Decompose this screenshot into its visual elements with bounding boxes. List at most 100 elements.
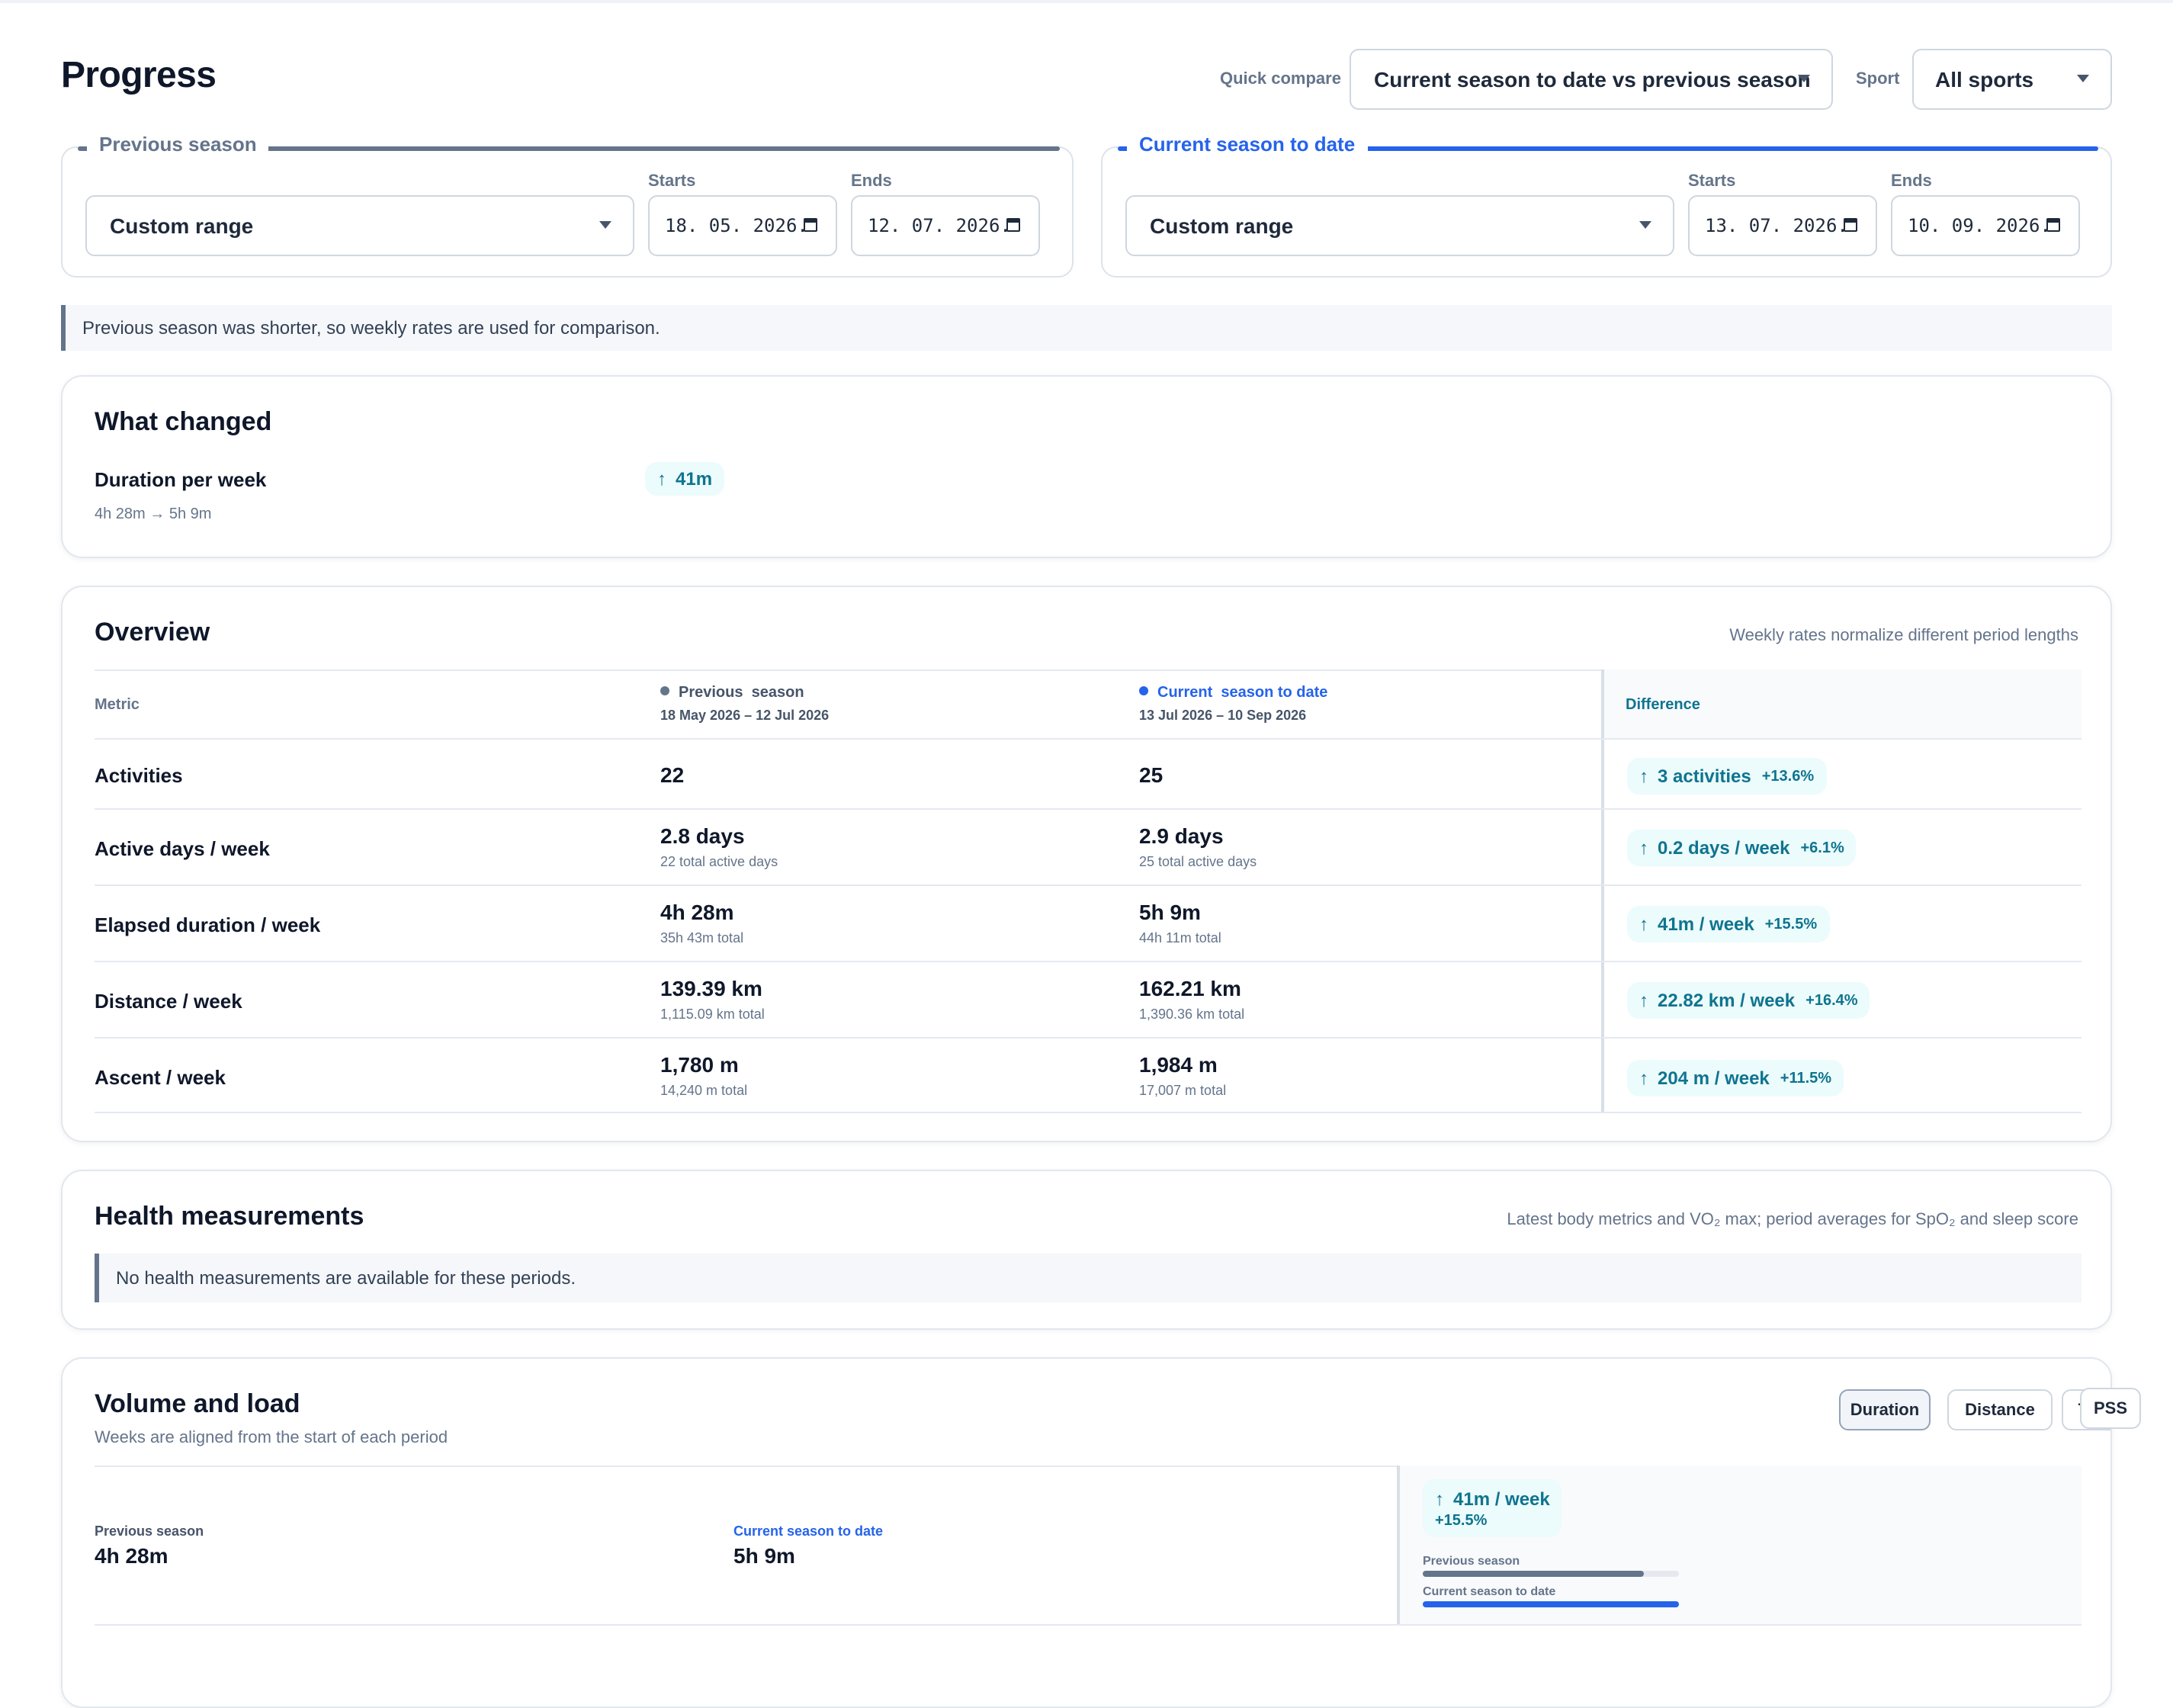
- health-empty-state: No health measurements are available for…: [95, 1254, 2082, 1302]
- previous-starts-date-input[interactable]: 18. 05. 2026.: [648, 195, 837, 256]
- overview-title: Overview: [95, 618, 210, 647]
- volume-load-card: Volume and load Weeks are aligned from t…: [61, 1357, 2112, 1708]
- overview-row-current-subvalue: 1,390.36 km total: [1139, 1006, 1245, 1022]
- health-note: Latest body metrics and VO₂ max; period …: [1507, 1211, 2078, 1229]
- health-title: Health measurements: [95, 1202, 364, 1231]
- volume-bar-prev-label: Previous season: [1423, 1554, 1520, 1568]
- calendar-icon[interactable]: [1844, 218, 1857, 232]
- page-title: Progress: [61, 55, 217, 96]
- what-changed-item-label: Duration per week: [95, 468, 267, 491]
- tab-distance[interactable]: Distance: [1947, 1389, 2053, 1430]
- calendar-icon[interactable]: [2046, 218, 2060, 232]
- overview-row-difference-badge: ↑ 41m / week +15.5%: [1627, 906, 1830, 942]
- sport-label: Sport: [1856, 70, 1900, 88]
- overview-row-current-subvalue: 17,007 m total: [1139, 1083, 1227, 1098]
- current-season-fieldset: Current season to date Custom range Star…: [1101, 133, 2112, 278]
- arrow-up-icon: ↑: [657, 468, 666, 490]
- quick-compare-select[interactable]: Current season to date vs previous seaso…: [1350, 49, 1833, 110]
- overview-row-label: Activities: [95, 764, 183, 787]
- arrow-up-icon: ↑: [1639, 990, 1648, 1011]
- overview-row-current-value: 25: [1139, 762, 1164, 787]
- current-ends-value: 10. 09. 2026.: [1908, 215, 2051, 236]
- overview-header-current-a: Current: [1157, 685, 1213, 702]
- current-range-value: Custom range: [1150, 214, 1294, 238]
- overview-row-difference-percent: +11.5%: [1780, 1070, 1832, 1087]
- overview-row-previous-value: 139.39 km: [660, 976, 762, 1000]
- chevron-down-icon: [1798, 75, 1810, 82]
- overview-note: Weekly rates normalize different period …: [1729, 627, 2078, 645]
- overview-row-difference-value: 22.82 km / week: [1658, 990, 1796, 1011]
- overview-row-divider: [95, 961, 2082, 962]
- overview-row-previous-value: 2.8 days: [660, 824, 745, 848]
- volume-bar-curr-label: Current season to date: [1423, 1584, 1556, 1598]
- overview-row-current-value: 162.21 km: [1139, 976, 1241, 1000]
- overview-row-difference-badge: ↑ 22.82 km / week +16.4%: [1627, 982, 1870, 1019]
- volume-delta-badge: ↑ 41m / week +15.5%: [1423, 1479, 1562, 1537]
- previous-range-select[interactable]: Custom range: [85, 195, 634, 256]
- overview-row-current-value: 2.9 days: [1139, 824, 1224, 848]
- overview-row-current-subvalue: 44h 11m total: [1139, 930, 1221, 946]
- overview-row-difference-percent: +15.5%: [1764, 916, 1818, 933]
- current-starts-value: 13. 07. 2026.: [1705, 215, 1848, 236]
- overview-header-current: Current season to date: [1139, 685, 1327, 702]
- previous-ends-value: 12. 07. 2026.: [868, 215, 1011, 236]
- volume-bar-prev-track: [1423, 1571, 1679, 1577]
- health-empty-text: No health measurements are available for…: [116, 1267, 576, 1289]
- volume-prev-label: Previous season: [95, 1523, 204, 1539]
- volume-prev-value: 4h 28m: [95, 1543, 169, 1568]
- calendar-icon[interactable]: [804, 218, 817, 232]
- overview-header-bottom-line: [95, 738, 2082, 740]
- volume-delta-value: 41m / week: [1453, 1488, 1550, 1509]
- overview-header-previous: Previous season: [660, 685, 804, 702]
- what-changed-delta-badge: ↑ 41m: [645, 462, 725, 496]
- overview-header-previous-dates: 18 May 2026 – 12 Jul 2026: [660, 708, 830, 723]
- arrow-up-icon: ↑: [1639, 1068, 1648, 1089]
- overview-card: Overview Weekly rates normalize differen…: [61, 586, 2112, 1142]
- volume-bar-curr-fill: [1423, 1601, 1679, 1607]
- current-season-legend: Current season to date: [1127, 133, 1368, 156]
- current-starts-date-input[interactable]: 13. 07. 2026.: [1688, 195, 1877, 256]
- quick-compare-label: Quick compare: [1220, 70, 1341, 88]
- tab-duration[interactable]: Duration: [1839, 1389, 1931, 1430]
- overview-row-previous-subvalue: 1,115.09 km total: [660, 1006, 765, 1022]
- overview-row-difference-percent: +6.1%: [1800, 840, 1844, 856]
- overview-row-divider: [95, 884, 2082, 886]
- overview-row-previous-subvalue: 35h 43m total: [660, 930, 744, 946]
- sport-select[interactable]: All sports: [1912, 49, 2112, 110]
- arrow-up-icon: ↑: [1639, 766, 1648, 787]
- overview-row-difference-value: 0.2 days / week: [1658, 837, 1790, 859]
- what-changed-card: What changed Duration per week 4h 28m → …: [61, 375, 2112, 558]
- overview-row-difference-value: 204 m / week: [1658, 1068, 1770, 1089]
- overview-header-current-dates: 13 Jul 2026 – 10 Sep 2026: [1139, 708, 1307, 723]
- overview-header-metric: Metric: [95, 697, 140, 714]
- current-ends-label: Ends: [1891, 172, 1932, 191]
- current-ends-date-input[interactable]: 10. 09. 2026.: [1891, 195, 2080, 256]
- calendar-icon[interactable]: [1006, 218, 1020, 232]
- previous-season-fieldset: Previous season Custom range Starts 18. …: [61, 133, 1074, 278]
- volume-bar-curr-track: [1423, 1601, 1679, 1607]
- overview-row-current-value: 5h 9m: [1139, 900, 1201, 924]
- overview-header-difference: Difference: [1626, 697, 1700, 714]
- current-range-select[interactable]: Custom range: [1125, 195, 1674, 256]
- what-changed-title: What changed: [95, 407, 272, 436]
- overview-row-divider: [95, 808, 2082, 810]
- overview-row-divider: [95, 1112, 2082, 1113]
- previous-ends-date-input[interactable]: 12. 07. 2026.: [851, 195, 1040, 256]
- difference-column-divider: [1601, 669, 1604, 1112]
- previous-season-legend: Previous season: [87, 133, 269, 156]
- chevron-down-icon: [2077, 75, 2089, 82]
- current-dot-icon: [1139, 686, 1148, 695]
- current-starts-label: Starts: [1688, 172, 1736, 191]
- tab-pss[interactable]: PSS: [2080, 1388, 2141, 1429]
- previous-starts-value: 18. 05. 2026.: [665, 215, 808, 236]
- what-changed-delta-value: 41m: [676, 468, 713, 490]
- volume-subtitle: Weeks are aligned from the start of each…: [95, 1429, 448, 1447]
- overview-row-label: Ascent / week: [95, 1066, 226, 1089]
- arrow-up-icon: ↑: [1639, 837, 1648, 859]
- quick-compare-value: Current season to date vs previous seaso…: [1374, 67, 1811, 92]
- sport-value: All sports: [1935, 67, 2034, 92]
- overview-row-label: Distance / week: [95, 990, 242, 1013]
- volume-delta-percent: +15.5%: [1435, 1512, 1488, 1529]
- volume-difference-divider: [1397, 1466, 1400, 1624]
- chevron-down-icon: [599, 221, 611, 229]
